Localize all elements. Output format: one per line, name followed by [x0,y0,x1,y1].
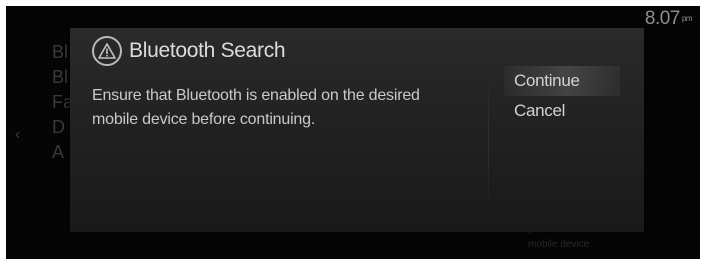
dialog-title: Bluetooth Search [129,39,286,62]
dialog-message: Ensure that Bluetooth is enabled on the … [92,87,420,128]
continue-button[interactable]: Continue [504,66,620,96]
clock-time: 8.07 [644,8,680,29]
bluetooth-search-dialog: Bluetooth Search Ensure that Bluetooth i… [70,28,644,232]
cancel-button[interactable]: Cancel [504,96,620,126]
options-divider [488,74,489,214]
warning-icon [92,36,122,66]
clock-ampm: pm [681,14,693,24]
back-arrow-icon[interactable]: ‹ [15,126,20,144]
infotainment-screen: 8.07pm ‹ Bl Bl Fa D A ugh e mobile devic… [6,6,700,259]
dialog-header: Bluetooth Search [92,36,286,66]
dialog-options: Continue Cancel [504,66,620,126]
status-clock: 8.07 pm [644,8,693,30]
